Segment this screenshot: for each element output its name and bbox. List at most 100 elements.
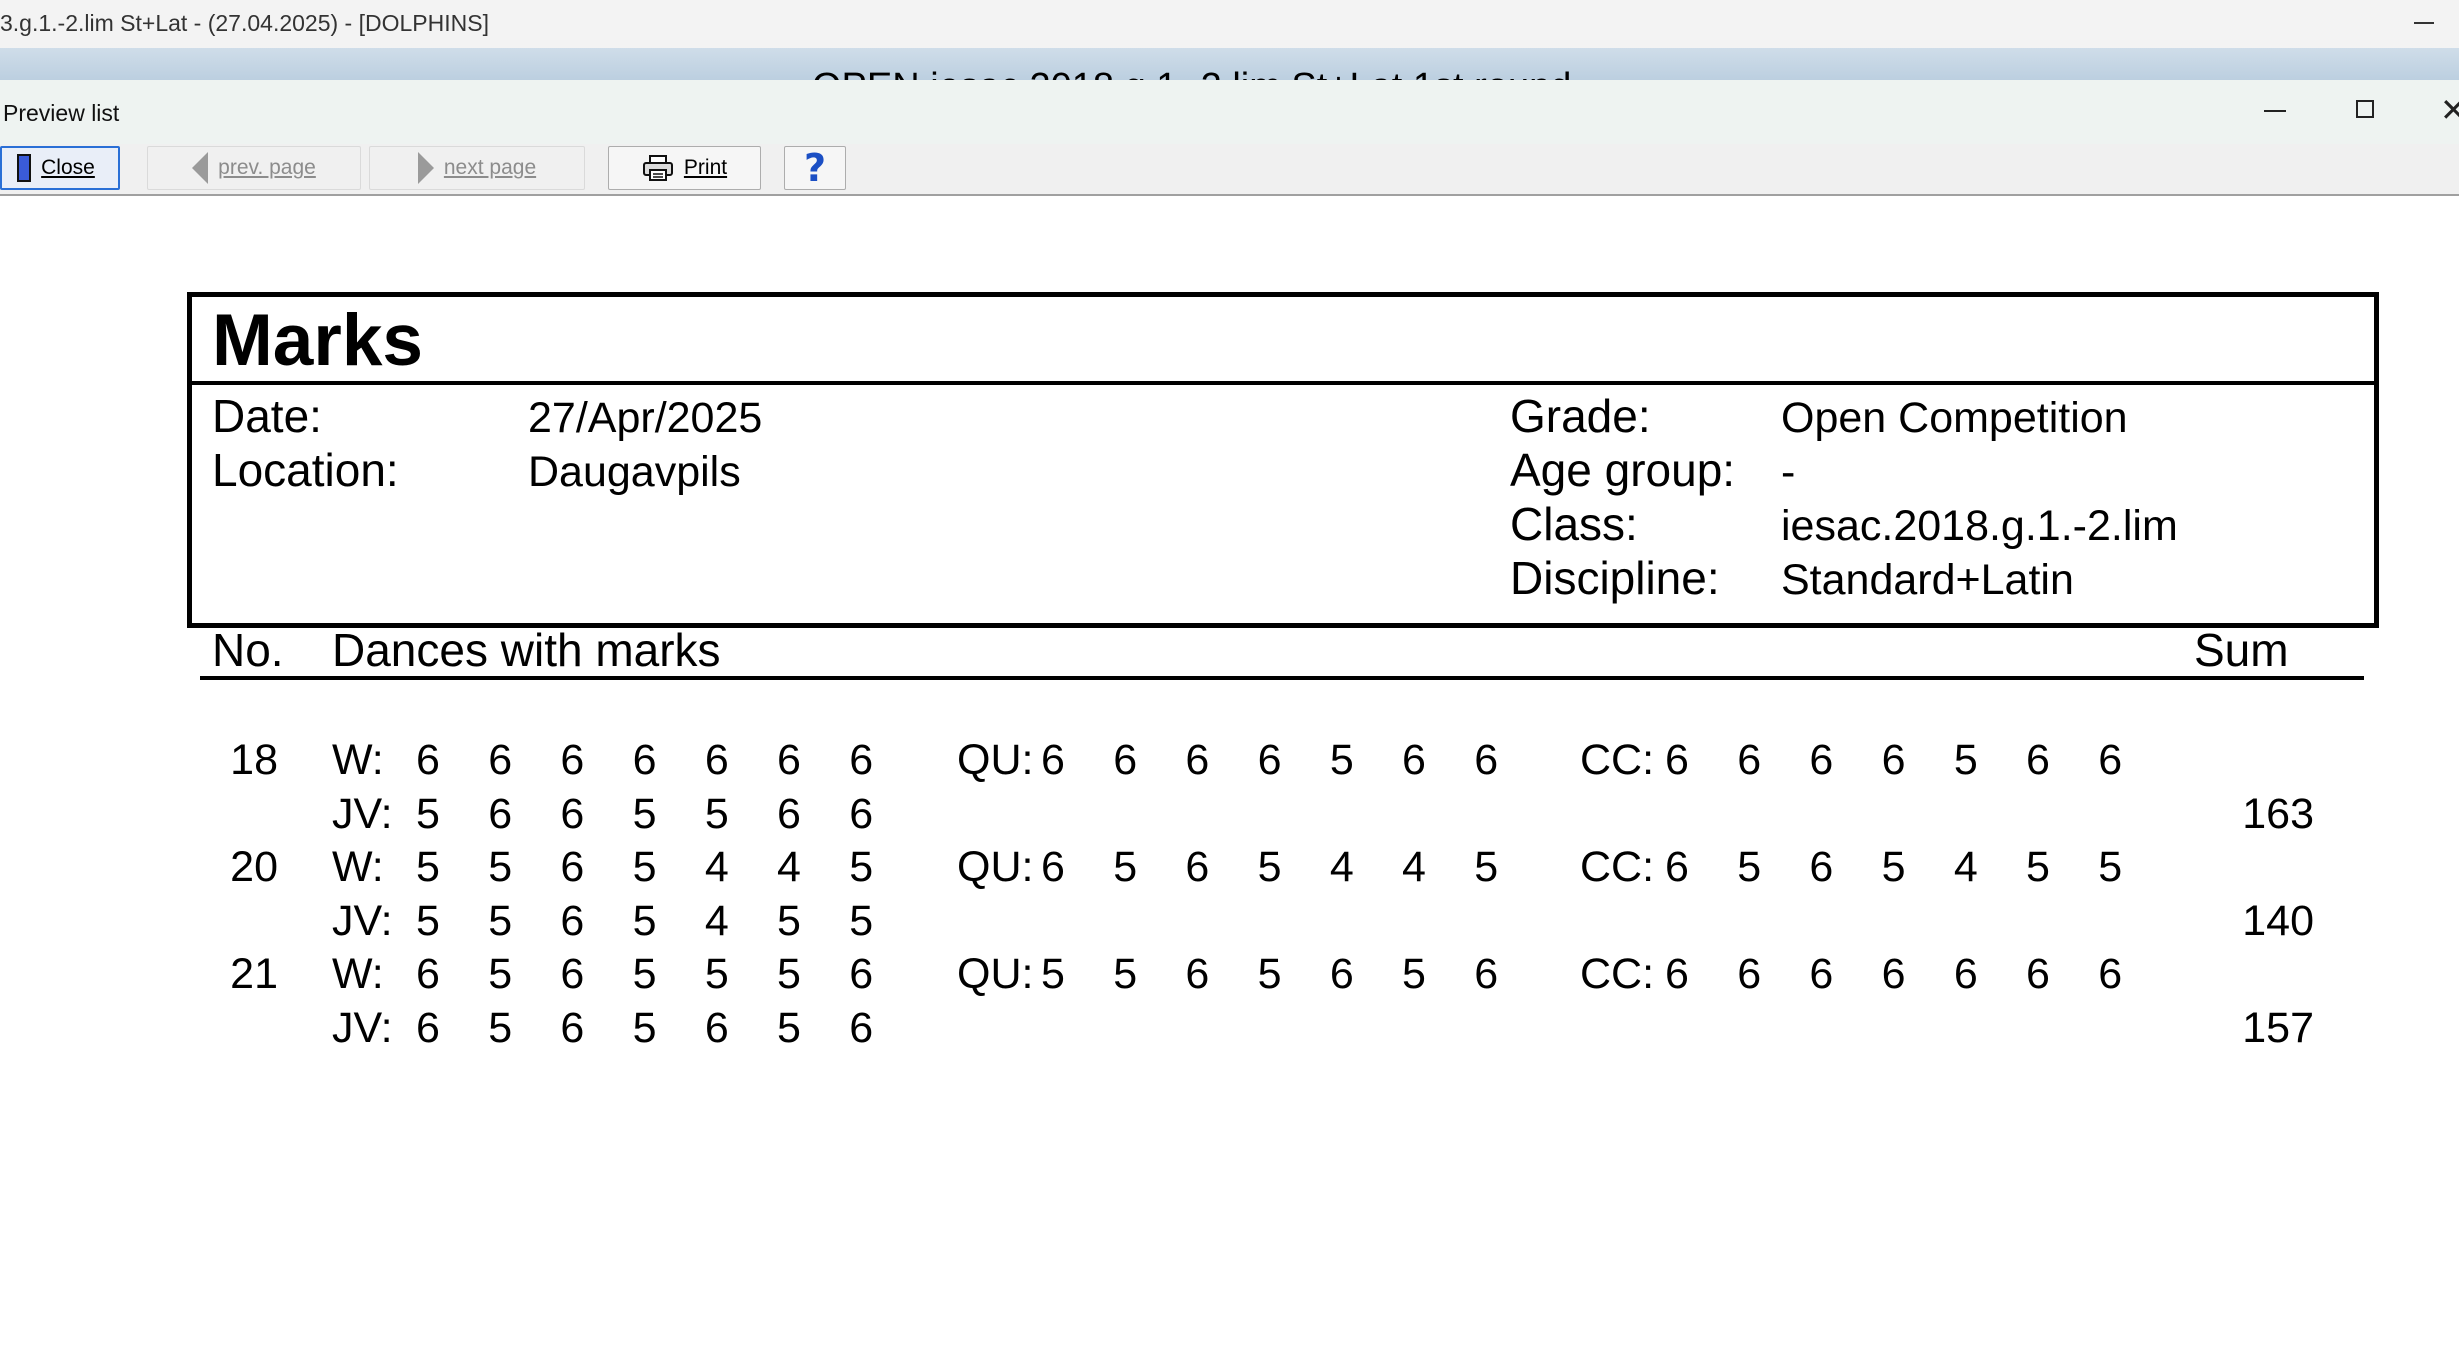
mark-value: 6 xyxy=(416,950,440,998)
mark-value: 4 xyxy=(704,896,729,945)
mark-value: 4 xyxy=(1329,843,1354,891)
column-header-sum: Sum xyxy=(2194,624,2289,676)
mark-value: 5 xyxy=(1402,950,1426,998)
mark-value: 6 xyxy=(1185,736,1210,784)
print-button[interactable]: Print xyxy=(608,146,761,190)
help-button[interactable]: ? xyxy=(784,146,846,190)
dance-name: CC: xyxy=(1580,843,1655,891)
class-label: Class: xyxy=(1510,498,1638,550)
mark-value: 5 xyxy=(632,843,657,891)
sum-value: 163 xyxy=(2242,789,2314,838)
mark-value: 5 xyxy=(416,896,440,945)
mark-value: 6 xyxy=(1881,950,1906,998)
dance-name: CC: xyxy=(1580,736,1655,784)
minimize-icon[interactable] xyxy=(2264,110,2286,112)
column-header-divider xyxy=(200,676,2364,680)
mark-value: 6 xyxy=(1809,736,1834,784)
dance-name: QU: xyxy=(957,843,1034,891)
dance-name: JV: xyxy=(332,1003,393,1052)
mark-value: 6 xyxy=(560,950,585,998)
mark-value: 6 xyxy=(704,1003,729,1052)
mark-value: 5 xyxy=(777,1003,801,1052)
mark-value: 5 xyxy=(632,896,657,945)
dance-name: W: xyxy=(332,736,384,784)
dance-name: QU: xyxy=(957,950,1034,998)
mark-value: 6 xyxy=(1881,736,1906,784)
mark-value: 6 xyxy=(632,736,657,784)
mark-value: 5 xyxy=(777,896,801,945)
mark-value: 5 xyxy=(1257,950,1282,998)
mark-value: 6 xyxy=(1257,736,1282,784)
mark-value: 4 xyxy=(777,843,801,891)
mark-value: 6 xyxy=(1809,950,1834,998)
couple-number: 18 xyxy=(230,736,278,784)
column-header-no: No. xyxy=(212,624,284,676)
dance-name: JV: xyxy=(332,896,393,945)
date-label: Date: xyxy=(212,390,322,442)
mark-value: 5 xyxy=(632,1003,657,1052)
mark-value: 5 xyxy=(632,789,657,838)
mark-value: 6 xyxy=(1665,736,1689,784)
mark-value: 5 xyxy=(1041,950,1065,998)
maximize-icon[interactable] xyxy=(2356,100,2374,118)
age-group-value: - xyxy=(1781,448,1796,496)
banner-text: OPEN iesac.2018.g.1.-2.lim St+Lat 1st ro… xyxy=(812,66,1571,80)
couple-number: 20 xyxy=(230,843,278,891)
mark-value: 6 xyxy=(704,736,729,784)
preview-window-title: Preview list xyxy=(3,100,120,126)
couple-number: 21 xyxy=(230,950,278,998)
mark-value: 6 xyxy=(1737,736,1762,784)
mark-value: 6 xyxy=(1474,950,1499,998)
mark-value: 6 xyxy=(560,736,585,784)
mark-value: 5 xyxy=(849,896,874,945)
location-value: Daugavpils xyxy=(528,448,741,496)
dance-name: W: xyxy=(332,843,384,891)
mark-value: 5 xyxy=(1953,736,1978,784)
mark-value: 6 xyxy=(1809,843,1834,891)
mark-value: 6 xyxy=(849,789,874,838)
next-page-button[interactable]: next page xyxy=(369,146,585,190)
door-icon xyxy=(17,154,32,182)
printer-icon xyxy=(642,155,673,181)
preview-window-titlebar xyxy=(0,80,2459,144)
mark-value: 6 xyxy=(488,789,513,838)
close-window-icon[interactable]: ✕ xyxy=(2440,90,2459,130)
sum-value: 157 xyxy=(2242,1003,2314,1052)
mark-value: 5 xyxy=(1113,950,1138,998)
dance-name: QU: xyxy=(957,736,1034,784)
mark-value: 5 xyxy=(849,843,874,891)
mark-value: 4 xyxy=(1402,843,1426,891)
mark-value: 6 xyxy=(560,789,585,838)
main-minimize-icon[interactable] xyxy=(2414,22,2434,24)
print-button-label: Print xyxy=(683,156,728,179)
mark-value: 6 xyxy=(1329,950,1354,998)
mark-value: 6 xyxy=(777,736,801,784)
grade-label: Grade: xyxy=(1510,390,1651,442)
mark-value: 5 xyxy=(488,896,513,945)
mark-value: 4 xyxy=(1953,843,1978,891)
main-window-banner: OPEN iesac.2018.g.1.-2.lim St+Lat 1st ro… xyxy=(0,48,2459,80)
mark-value: 6 xyxy=(1953,950,1978,998)
close-button[interactable]: Close xyxy=(0,146,120,190)
discipline-label: Discipline: xyxy=(1510,552,1720,604)
mark-value: 6 xyxy=(1665,843,1689,891)
arrow-right-icon xyxy=(417,152,434,184)
mark-value: 5 xyxy=(632,950,657,998)
mark-value: 5 xyxy=(416,843,440,891)
mark-value: 5 xyxy=(2026,843,2050,891)
mark-value: 6 xyxy=(1185,843,1210,891)
mark-value: 6 xyxy=(1402,736,1426,784)
class-value: iesac.2018.g.1.-2.lim xyxy=(1781,502,2178,550)
mark-value: 6 xyxy=(1041,736,1065,784)
dance-name: JV: xyxy=(332,789,393,838)
mark-value: 5 xyxy=(1474,843,1499,891)
location-label: Location: xyxy=(212,444,399,496)
arrow-left-icon xyxy=(192,152,209,184)
question-mark-icon: ? xyxy=(803,146,827,190)
mark-value: 6 xyxy=(777,789,801,838)
mark-value: 6 xyxy=(416,736,440,784)
prev-page-button[interactable]: prev. page xyxy=(147,146,361,190)
mark-value: 5 xyxy=(488,1003,513,1052)
mark-value: 6 xyxy=(488,736,513,784)
mark-value: 5 xyxy=(1737,843,1762,891)
